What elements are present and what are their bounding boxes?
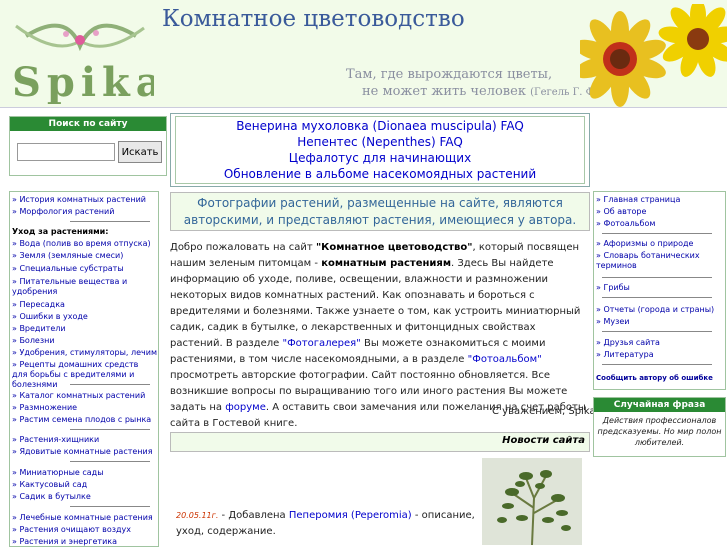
spika-logo[interactable]: Spika — [6, 6, 154, 104]
featured-links-box: Венерина мухоловка (Dionaea muscipula) F… — [170, 113, 590, 187]
sidebar-divider — [602, 364, 712, 365]
sidebar-item-morphology[interactable]: » Морфология растений — [12, 207, 114, 217]
copyright-notice-text: Фотографии растений, размещенные на сайт… — [183, 196, 577, 227]
signature: С уважением, Spika — [492, 406, 596, 417]
news-item: 20.05.11г. - Добавлена Пеперомия (Pepero… — [176, 510, 475, 521]
random-phrase-panel: Случайная фраза Действия профессионалов … — [593, 397, 726, 457]
featured-link-dionaea[interactable]: Венерина мухоловка (Dionaea muscipula) F… — [176, 119, 584, 133]
intro-site-name: "Комнатное цветоводство" — [315, 242, 473, 253]
site-title: Комнатное цветоводство — [162, 6, 465, 32]
sidebar-divider — [602, 233, 712, 234]
quote-line-2-text: не может жить человек — [362, 84, 526, 99]
search-input[interactable] — [17, 143, 115, 161]
album-link[interactable]: "Фотоальбом" — [468, 354, 542, 365]
intro-paragraph: Добро пожаловать на сайт "Комнатное цвет… — [170, 240, 590, 432]
featured-link-nepenthes[interactable]: Непентес (Nepenthes) FAQ — [176, 135, 584, 149]
sidebar-item-bottle-garden[interactable]: » Садик в бутылке — [12, 492, 91, 502]
sidebar-item-transplant[interactable]: » Пересадка — [12, 300, 65, 310]
news-title: Новости сайта — [502, 435, 585, 446]
sidebar-item-care-mistakes[interactable]: » Ошибки в уходе — [12, 312, 88, 322]
sidebar-item-catalog[interactable]: » Каталог комнатных растений — [12, 391, 145, 401]
peperomia-photo[interactable] — [482, 458, 582, 545]
sidebar-item-home-remedies[interactable]: » Рецепты домашних средств для борьбы с … — [12, 360, 156, 390]
sidebar-item-water[interactable]: » Вода (полив во время отпуска) — [12, 239, 151, 249]
sidebar-item-diseases[interactable]: » Болезни — [12, 336, 55, 346]
sidebar-item-friends[interactable]: » Друзья сайта — [596, 338, 724, 348]
sidebar-item-glossary[interactable]: » Словарь ботанических терминов — [596, 251, 724, 271]
sidebar-divider — [70, 461, 150, 462]
sidebar-item-energy[interactable]: » Растения и энергетика — [12, 537, 117, 546]
random-phrase-title: Случайная фраза — [594, 398, 725, 412]
sidebar-item-fertilizers[interactable]: » Удобрения, стимуляторы, лечим — [12, 348, 157, 358]
sidebar-item-cactus-garden[interactable]: » Кактусовый сад — [12, 480, 87, 490]
news-text: - Добавлена — [218, 510, 289, 521]
news-header: Новости сайта — [170, 432, 590, 452]
sidebar-divider — [602, 277, 712, 278]
sidebar-item-carnivorous[interactable]: » Растения-хищники — [12, 435, 99, 445]
sidebar-divider — [70, 506, 150, 507]
search-panel: Поиск по сайту Искать — [9, 116, 167, 176]
quote-line-1: Там, где вырождаются цветы, — [346, 67, 553, 82]
sidebar-item-museums[interactable]: » Музеи — [596, 317, 724, 327]
featured-link-cephalotus[interactable]: Цефалотус для начинающих — [176, 151, 584, 165]
left-sidebar: » История комнатных растений » Морфологи… — [9, 191, 159, 547]
sidebar-item-substrates[interactable]: » Специальные субстраты — [12, 264, 124, 274]
intro-text: . Здесь Вы найдете информацию об уходе, … — [170, 258, 581, 349]
gallery-link[interactable]: "Фотогалерея" — [282, 338, 360, 349]
report-error-link[interactable]: Сообщить автору об ошибке — [596, 374, 713, 382]
sidebar-item-poisonous[interactable]: » Ядовитые комнатные растения — [12, 447, 153, 457]
sidebar-divider — [70, 429, 150, 430]
sidebar-item-literature[interactable]: » Литература — [596, 350, 724, 360]
sidebar-item-medicinal[interactable]: » Лечебные комнатные растения — [12, 513, 153, 523]
search-button[interactable]: Искать — [118, 141, 162, 163]
right-sidebar: » Главная страница » Об авторе » Фотоаль… — [593, 191, 726, 390]
sidebar-item-market-seeds[interactable]: » Растим семена плодов с рынка — [12, 415, 151, 425]
news-date: 20.05.11г. — [176, 511, 219, 520]
search-panel-title: Поиск по сайту — [10, 117, 166, 131]
sidebar-divider — [602, 331, 712, 332]
forum-link[interactable]: форуме — [225, 402, 266, 413]
sidebar-item-aphorisms[interactable]: » Афоризмы о природе — [596, 239, 724, 249]
sidebar-item-about[interactable]: » Об авторе — [596, 207, 724, 217]
intro-text: Добро пожаловать на сайт — [170, 242, 316, 253]
sidebar-item-history[interactable]: » История комнатных растений — [12, 195, 146, 205]
sidebar-item-home[interactable]: » Главная страница — [596, 195, 724, 205]
sidebar-divider — [602, 297, 712, 298]
news-link-peperomia[interactable]: Пеперомия (Peperomia) — [289, 510, 412, 521]
sidebar-heading-care: Уход за растениями: — [12, 227, 109, 236]
logo-lettering: Spika — [12, 59, 154, 104]
site-header: Spika Комнатное цветоводство Там, где вы… — [0, 0, 727, 108]
featured-links-inner: Венерина мухоловка (Dionaea muscipula) F… — [175, 116, 585, 184]
featured-link-album-update[interactable]: Обновление в альбоме насекомоядных расте… — [176, 167, 584, 181]
sidebar-divider — [70, 384, 150, 385]
sidebar-item-soil[interactable]: » Земля (земляные смеси) — [12, 251, 123, 261]
sidebar-item-photoalbum[interactable]: » Фотоальбом — [596, 219, 724, 229]
news-text: - описание, — [411, 510, 475, 521]
sidebar-divider — [70, 221, 150, 222]
sidebar-item-reports[interactable]: » Отчеты (города и страны) — [596, 305, 724, 315]
flowers-image — [580, 4, 727, 107]
sidebar-item-mushrooms[interactable]: » Грибы — [596, 283, 724, 293]
copyright-notice: Фотографии растений, размещенные на сайт… — [170, 192, 590, 231]
sidebar-item-pests[interactable]: » Вредители — [12, 324, 66, 334]
sidebar-item-air-cleaning[interactable]: » Растения очищают воздух — [12, 525, 131, 535]
news-item-cont: уход, содержание. — [176, 526, 276, 537]
quote-line-2: не может жить человек (Гегель Г. Ф.) — [362, 84, 601, 99]
sidebar-item-propagation[interactable]: » Размножение — [12, 403, 77, 413]
sidebar-item-mini-gardens[interactable]: » Миниатюрные сады — [12, 468, 104, 478]
intro-plants: комнатным растениям — [321, 258, 452, 269]
random-phrase-text: Действия профессионалов предсказуемы. Но… — [597, 416, 722, 447]
sidebar-item-nutrients[interactable]: » Питательные вещества и удобрения — [12, 277, 156, 297]
